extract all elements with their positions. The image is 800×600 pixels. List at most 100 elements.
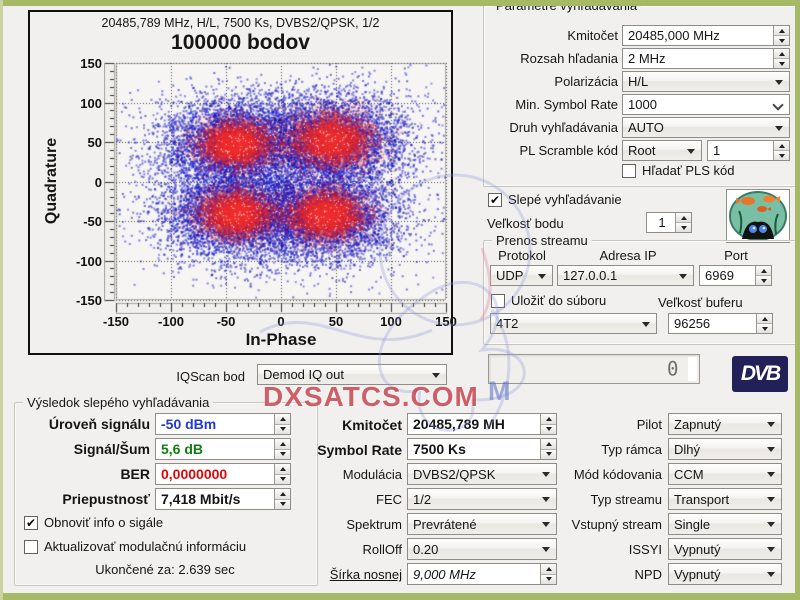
application-window: 20485,789 MHz, H/L, 7500 Ks, DVBS2/QPSK,…: [0, 0, 800, 600]
dropdown-arrow-icon: [775, 80, 783, 85]
polarization-value: H/L: [628, 74, 784, 89]
save-to-file-checkbox-row[interactable]: Uložiť do súboru: [491, 293, 606, 308]
tuned-frequency-value: 20485,789 MH: [413, 416, 537, 432]
device-dropdown[interactable]: 4T2: [490, 313, 657, 334]
iqscan-label: IQScan bod: [160, 369, 245, 384]
fec-value: 1/2: [413, 492, 551, 507]
plot-header: 20485,789 MHz, H/L, 7500 Ks, DVBS2/QPSK,…: [30, 16, 451, 30]
buffer-size-spinner[interactable]: 96256: [668, 313, 773, 334]
pilot-dropdown[interactable]: Zapnutý: [668, 413, 782, 435]
spin-down-icon[interactable]: [774, 36, 789, 45]
ber-value: 0,0000000: [161, 466, 271, 482]
spin-down-icon[interactable]: [774, 151, 789, 160]
iqscan-value: Demod IQ out: [263, 367, 441, 382]
fec-dropdown[interactable]: 1/2: [407, 488, 557, 510]
throughput-field[interactable]: 7,418 Mbit/s: [155, 488, 291, 510]
min-symbol-rate-combo[interactable]: 1000: [622, 94, 790, 115]
blind-search-checkbox-label: Slepé vyhľadávanie: [508, 192, 622, 207]
input-stream-dropdown[interactable]: Single: [668, 513, 782, 535]
spin-up-icon[interactable]: [774, 26, 789, 36]
spin-up-icon[interactable]: [756, 266, 771, 276]
spin-up-icon[interactable]: [757, 314, 772, 324]
spectrum-dropdown[interactable]: Prevrátené: [407, 513, 557, 535]
carrier-width-spinner[interactable]: 9,000 MHz: [407, 563, 557, 585]
checkbox-box[interactable]: [24, 540, 38, 554]
checkbox-box[interactable]: [24, 516, 38, 530]
dropdown-arrow-icon: [432, 373, 440, 378]
search-type-dropdown[interactable]: AUTO: [622, 117, 790, 138]
npd-dropdown[interactable]: Vypnutý: [668, 563, 782, 585]
spin-down-icon[interactable]: [756, 276, 771, 285]
pl-scramble-mode-dropdown[interactable]: Root: [622, 140, 702, 161]
checkbox-box[interactable]: [488, 193, 502, 207]
min-symbol-rate-value: 1000: [628, 97, 784, 112]
carrier-width-value: 9,000 MHz: [413, 567, 537, 582]
frequency-spinner[interactable]: 20485,000 MHz: [622, 25, 790, 46]
update-modulation-checkbox-label: Aktualizovať modulačnú informáciu: [44, 539, 246, 554]
spin-down-icon[interactable]: [774, 59, 789, 68]
issyi-dropdown[interactable]: Vypnutý: [668, 538, 782, 560]
spin-down-icon[interactable]: [676, 223, 691, 232]
protocol-dropdown[interactable]: UDP: [490, 265, 553, 286]
modulation-dropdown[interactable]: DVBS2/QPSK: [407, 463, 557, 485]
spin-buttons[interactable]: [773, 49, 789, 68]
blind-search-checkbox-row[interactable]: Slepé vyhľadávanie: [488, 192, 622, 207]
dvb-logo: DVB: [732, 356, 788, 392]
coding-mode-dropdown[interactable]: CCM: [668, 463, 782, 485]
dropdown-arrow-icon: [775, 126, 783, 131]
y-tick-label: -50: [54, 214, 102, 229]
spin-buttons[interactable]: [773, 26, 789, 45]
stream-type-dropdown[interactable]: Transport: [668, 488, 782, 510]
snr-field[interactable]: 5,6 dB: [155, 438, 291, 460]
stream-group-title: Prenos streamu: [492, 233, 592, 248]
results-group-title: Výsledok slepého vyhľadávania: [23, 395, 213, 410]
rolloff-dropdown[interactable]: 0.20: [407, 538, 557, 560]
update-modulation-checkbox-row[interactable]: Aktualizovať modulačnú informáciu: [24, 539, 246, 554]
x-tick-label: 150: [424, 314, 468, 329]
pilot-value: Zapnutý: [674, 417, 776, 432]
spin-up-icon[interactable]: [774, 141, 789, 151]
dropdown-arrow-icon: [767, 497, 775, 502]
ber-field[interactable]: 0,0000000: [155, 463, 291, 485]
frame-type-dropdown[interactable]: Dlhý: [668, 438, 782, 460]
spin-buttons[interactable]: [756, 314, 772, 333]
spin-buttons[interactable]: [675, 213, 691, 232]
signal-level-field[interactable]: -50 dBm: [155, 413, 291, 435]
symbol-rate-spinner[interactable]: 7500 Ks: [407, 438, 557, 460]
spin-up-icon[interactable]: [774, 49, 789, 59]
rolloff-label: RollOff: [280, 542, 402, 557]
port-value: 6969: [705, 268, 752, 283]
tuned-frequency-spinner[interactable]: 20485,789 MH: [407, 413, 557, 435]
port-spinner[interactable]: 6969: [699, 265, 772, 286]
pl-scramble-mode-value: Root: [628, 143, 696, 158]
refresh-info-checkbox-row[interactable]: Obnoviť info o sigále: [24, 515, 163, 530]
modulation-value: DVBS2/QPSK: [413, 467, 551, 482]
npd-label: NPD: [540, 567, 662, 582]
polarization-label: Polarizácia: [488, 74, 618, 89]
throughput-label: Priepustnosť: [16, 491, 150, 507]
spin-buttons[interactable]: [773, 141, 789, 160]
checkbox-box[interactable]: [491, 294, 505, 308]
window-border-top: [0, 0, 800, 6]
pl-scramble-code-spinner[interactable]: 1: [707, 140, 790, 161]
dropdown-arrow-icon: [679, 274, 687, 279]
spin-buttons[interactable]: [755, 266, 771, 285]
spin-up-icon[interactable]: [676, 213, 691, 223]
search-pls-checkbox-row[interactable]: Hľadať PLS kód: [622, 163, 735, 178]
iqscan-dropdown[interactable]: Demod IQ out: [257, 364, 447, 385]
fish-image: [726, 189, 790, 243]
point-size-label: Veľkosť bodu: [487, 216, 564, 231]
point-size-spinner[interactable]: 1: [646, 212, 692, 233]
dropdown-arrow-icon: [767, 547, 775, 552]
search-pls-checkbox-label: Hľadať PLS kód: [642, 163, 735, 178]
stream-type-label: Typ streamu: [540, 492, 662, 507]
dvb-logo-text: DVB: [741, 362, 779, 386]
search-range-spinner[interactable]: 2 MHz: [622, 48, 790, 69]
polarization-dropdown[interactable]: H/L: [622, 71, 790, 92]
symbol-rate-value: 7500 Ks: [413, 441, 537, 457]
spin-down-icon[interactable]: [757, 324, 772, 333]
dropdown-arrow-icon: [687, 149, 695, 154]
checkbox-box[interactable]: [622, 164, 636, 178]
dropdown-arrow-icon: [767, 422, 775, 427]
ip-address-dropdown[interactable]: 127.0.0.1: [557, 265, 694, 286]
